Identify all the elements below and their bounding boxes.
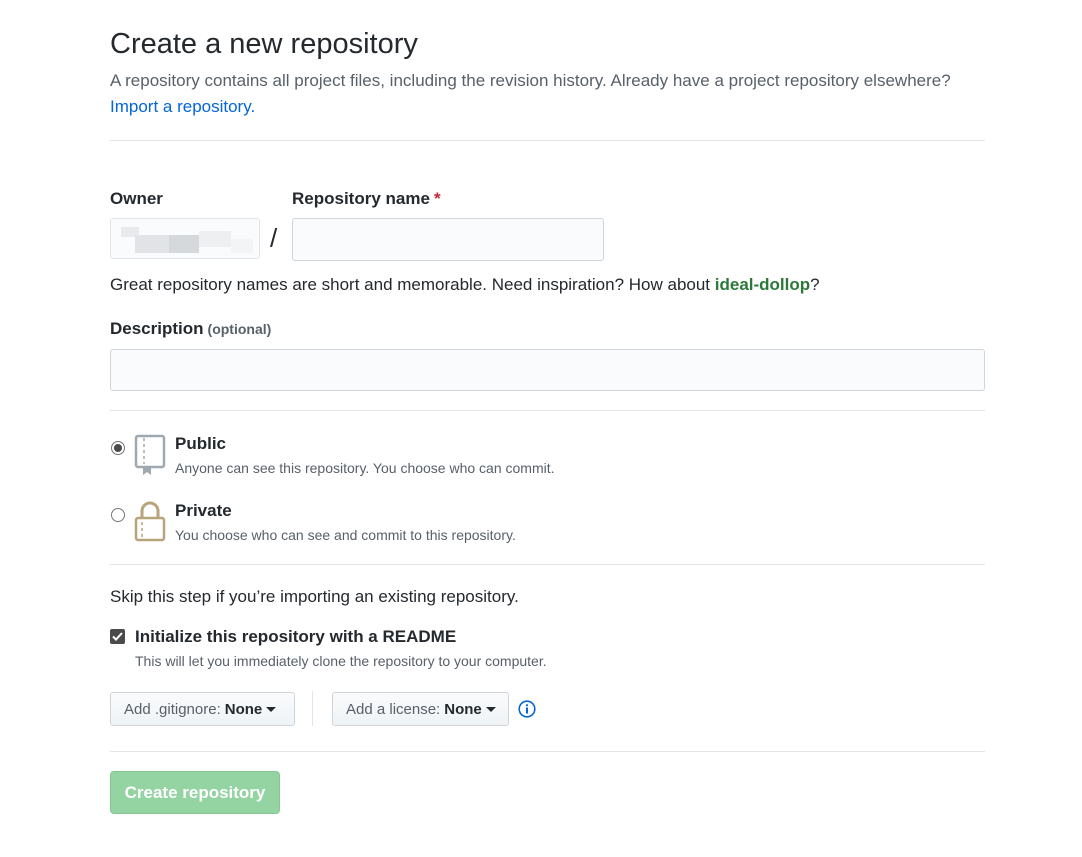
- owner-name-redacted: [199, 231, 231, 247]
- public-desc: Anyone can see this repository. You choo…: [175, 460, 555, 476]
- owner-select[interactable]: [110, 218, 260, 259]
- gitignore-value: None: [224, 700, 263, 718]
- caret-down-icon: [485, 706, 496, 712]
- owner-name-redacted: [231, 239, 253, 253]
- readme-checkbox[interactable]: [110, 629, 125, 644]
- name-hint-text: Great repository names are short and mem…: [110, 275, 711, 294]
- lock-icon: [134, 500, 166, 542]
- repo-name-label-text: Repository name: [292, 189, 430, 208]
- owner-name-redacted: [135, 235, 169, 253]
- description-label-text: Description: [110, 319, 204, 338]
- public-title: Public: [175, 434, 227, 453]
- public-radio[interactable]: [111, 441, 125, 455]
- name-hint-suffix: ?: [810, 275, 820, 294]
- page-subtitle: A repository contains all project files,…: [110, 68, 990, 120]
- gitignore-label: Add .gitignore:: [124, 700, 221, 718]
- caret-down-icon: [266, 706, 277, 712]
- description-input[interactable]: [110, 349, 985, 391]
- divider: [110, 410, 985, 411]
- divider: [110, 564, 985, 565]
- repo-book-icon: [134, 434, 166, 476]
- check-icon: [112, 632, 123, 641]
- page-title: Create a new repository: [110, 28, 418, 60]
- owner-name-redacted: [169, 235, 199, 253]
- readme-label[interactable]: Initialize this repository with a README: [135, 627, 456, 647]
- license-dropdown[interactable]: Add a license: None: [332, 692, 509, 726]
- private-radio[interactable]: [111, 508, 125, 522]
- private-desc: You choose who can see and commit to thi…: [175, 527, 516, 543]
- subtitle-text: A repository contains all project files,…: [110, 71, 951, 90]
- description-label: Description (optional): [110, 319, 271, 339]
- info-icon[interactable]: [518, 700, 536, 718]
- private-title: Private: [175, 501, 232, 520]
- readme-desc: This will let you immediately clone the …: [135, 653, 547, 669]
- owner-label: Owner: [110, 189, 163, 208]
- skip-note: Skip this step if you’re importing an ex…: [110, 587, 519, 606]
- divider: [110, 751, 985, 752]
- import-repository-link[interactable]: Import a repository.: [110, 97, 255, 116]
- owner-repo-separator: /: [270, 223, 278, 253]
- repo-name-label: Repository name *: [292, 189, 441, 209]
- gitignore-dropdown[interactable]: Add .gitignore: None: [110, 692, 295, 726]
- vertical-divider: [312, 691, 313, 726]
- optional-tag: (optional): [207, 321, 272, 337]
- divider: [110, 140, 985, 141]
- license-value: None: [444, 700, 482, 718]
- repo-name-input[interactable]: [292, 218, 604, 261]
- license-label: Add a license:: [346, 700, 441, 718]
- create-repository-button[interactable]: Create repository: [110, 771, 280, 814]
- required-mark: *: [433, 189, 441, 208]
- name-hint: Great repository names are short and mem…: [110, 272, 820, 298]
- name-suggestion[interactable]: ideal-dollop: [715, 275, 810, 294]
